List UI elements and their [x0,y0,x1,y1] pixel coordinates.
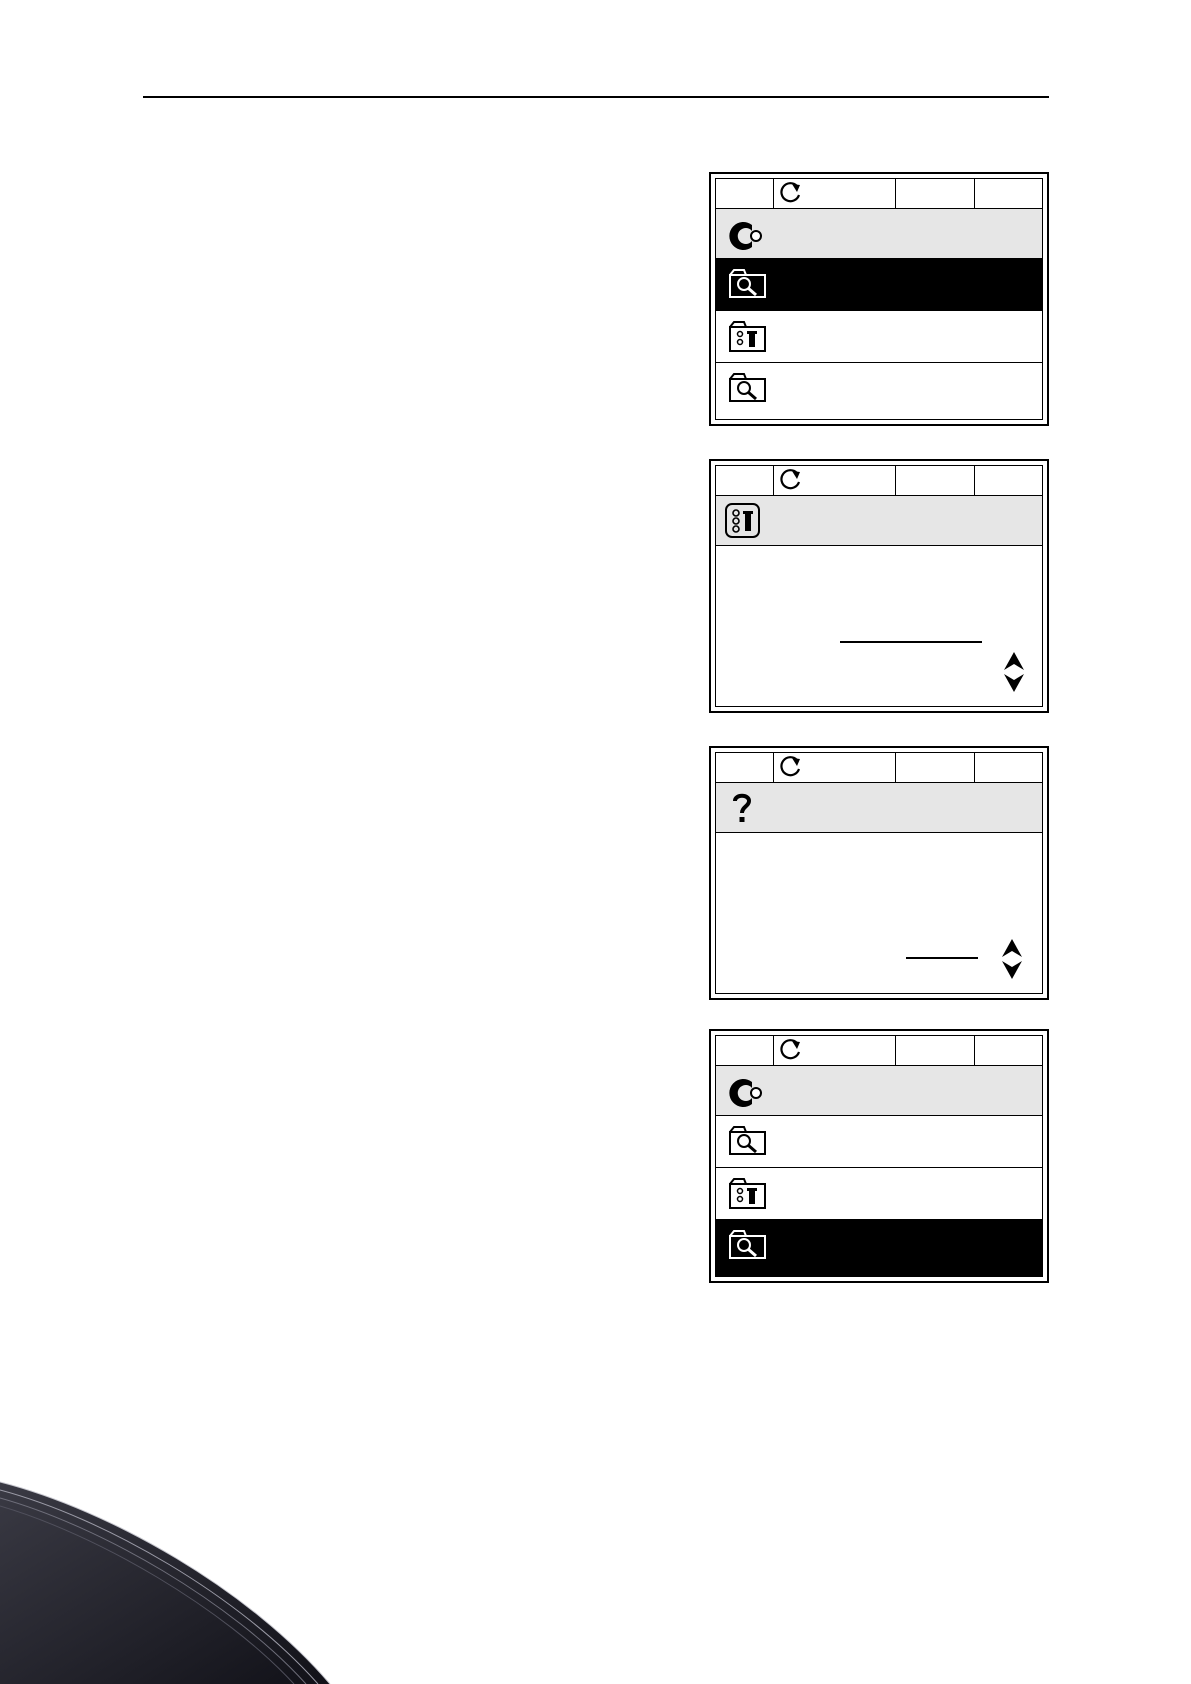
decorative-swoosh [0,1481,331,1684]
status-cell-divider [895,753,896,782]
menu-row[interactable] [716,311,1042,363]
menu-row[interactable] [716,259,1042,311]
status-cell-divider [895,179,896,208]
status-bar [716,179,1042,209]
rotation-arrow-icon [780,756,801,777]
menu-row[interactable] [716,1116,1042,1168]
monitor-folder-icon [729,373,766,402]
up-down-arrows-icon[interactable] [1002,650,1026,694]
status-cell-divider [974,1036,975,1065]
status-cell-rotation [773,753,807,782]
rotation-arrow-icon [780,469,801,490]
monitor-folder-icon [729,1230,766,1259]
status-cell-divider [974,466,975,495]
rotation-arrow-icon [780,182,801,203]
main-menu-icon [729,222,762,250]
status-cell-rotation [773,466,807,495]
menu-row[interactable] [716,363,1042,419]
help-icon [733,793,752,822]
parameters-folder-icon [725,503,760,538]
status-cell-divider [895,1036,896,1065]
main-menu-icon [729,1079,762,1107]
screen-title-row [716,209,1042,259]
keypad-screen-4 [709,1029,1049,1283]
header-rule [143,96,1049,98]
value-field[interactable] [840,641,982,643]
monitor-folder-icon [729,269,766,298]
status-bar [716,753,1042,783]
screen-title-row [716,783,1042,833]
status-cell-rotation [773,179,807,208]
keypad-screen-1 [709,172,1049,426]
up-down-arrows-icon[interactable] [1000,937,1024,981]
status-bar [716,466,1042,496]
monitor-folder-icon [729,1126,766,1155]
menu-row[interactable] [716,1220,1042,1276]
value-field[interactable] [906,957,978,959]
status-cell-divider [895,466,896,495]
parameters-folder-icon [729,321,766,352]
keypad-screen-2 [709,459,1049,713]
menu-row[interactable] [716,1168,1042,1220]
status-cell-divider [974,179,975,208]
status-cell-divider [974,753,975,782]
status-cell-rotation [773,1036,807,1065]
rotation-arrow-icon [780,1039,801,1060]
status-bar [716,1036,1042,1066]
keypad-screen-3 [709,746,1049,1000]
screen-title-row [716,1066,1042,1116]
screen-title-row [716,496,1042,546]
parameters-folder-icon [729,1178,766,1209]
